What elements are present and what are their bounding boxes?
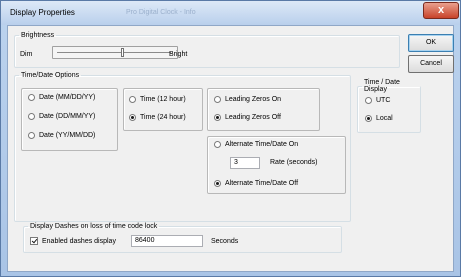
slider-thumb[interactable] [120,48,124,57]
alternate-off-radio[interactable] [214,180,221,187]
alternate-off-option[interactable]: Alternate Time/Date Off [214,180,298,187]
dashes-enabled-option[interactable]: Enabled dashes display [30,237,116,245]
display-local-option[interactable]: Local [365,115,393,122]
leading-zeros-off-label: Leading Zeros Off [225,114,281,121]
alternate-on-option[interactable]: Alternate Time/Date On [214,141,298,148]
date-ddmmyy-option[interactable]: Date (DD/MM/YY) [28,113,95,120]
dashes-seconds-unit: Seconds [211,238,239,245]
display-utc-option[interactable]: UTC [365,97,390,104]
display-properties-window: Display Properties Pro Digital Clock - I… [0,0,461,277]
time-format-box [123,88,203,131]
title-bar[interactable]: Display Properties Pro Digital Clock - I… [1,1,460,25]
blurred-title-text: Pro Digital Clock - Info [126,9,196,16]
time-24-radio[interactable] [129,114,136,121]
brightness-dim-label: Dim [20,51,33,58]
leading-zeros-off-radio[interactable] [214,114,221,121]
alternate-on-radio[interactable] [214,141,221,148]
brightness-bright-label: Bright [169,51,188,58]
time-12-option[interactable]: Time (12 hour) [129,96,186,103]
rate-input[interactable]: 3 [230,157,260,169]
dialog-client-area: Brightness Dim Bright OK Cancel Time/Dat… [7,25,454,272]
leading-zeros-on-radio[interactable] [214,96,221,103]
date-ddmmyy-label: Date (DD/MM/YY) [39,113,96,120]
leading-zeros-box [207,88,320,131]
time-24-label: Time (24 hour) [140,114,186,121]
date-yymmdd-radio[interactable] [28,132,35,139]
brightness-legend: Brightness [21,32,55,39]
display-local-radio[interactable] [365,115,372,122]
time-date-display-legend: Time / Date Display [364,79,400,93]
window-title: Display Properties [10,8,75,17]
time-12-radio[interactable] [129,96,136,103]
alternate-off-label: Alternate Time/Date Off [225,180,299,187]
date-yymmdd-label: Date (YY/MM/DD) [39,132,96,139]
leading-zeros-on-label: Leading Zeros On [225,96,282,103]
display-utc-radio[interactable] [365,97,372,104]
dashes-seconds-input[interactable]: 86400 [131,235,203,247]
dashes-enabled-label: Enabled dashes display [42,237,116,245]
rate-label: Rate (seconds) [270,159,318,166]
time-24-option[interactable]: Time (24 hour) [129,114,186,121]
close-icon: x [437,4,445,16]
dashes-enabled-checkbox[interactable] [30,237,38,245]
brightness-slider[interactable] [52,46,178,59]
time-date-display-group: Time / Date Display [357,79,421,133]
ok-button[interactable]: OK [408,34,454,52]
time-12-label: Time (12 hour) [140,96,186,103]
close-button[interactable]: x [423,2,459,19]
slider-track [57,52,171,53]
alternate-on-label: Alternate Time/Date On [225,141,299,148]
date-mmddyy-radio[interactable] [28,94,35,101]
display-local-label: Local [376,115,393,122]
date-yymmdd-option[interactable]: Date (YY/MM/DD) [28,132,95,139]
leading-zeros-off-option[interactable]: Leading Zeros Off [214,114,281,121]
leading-zeros-on-option[interactable]: Leading Zeros On [214,96,281,103]
display-utc-label: UTC [376,97,391,104]
cancel-button[interactable]: Cancel [408,55,454,73]
time-date-options-legend: Time/Date Options [21,72,80,79]
date-mmddyy-option[interactable]: Date (MM/DD/YY) [28,94,95,101]
dashes-legend: Display Dashes on loss of time code lock [30,223,158,230]
date-mmddyy-label: Date (MM/DD/YY) [39,94,96,101]
date-ddmmyy-radio[interactable] [28,113,35,120]
